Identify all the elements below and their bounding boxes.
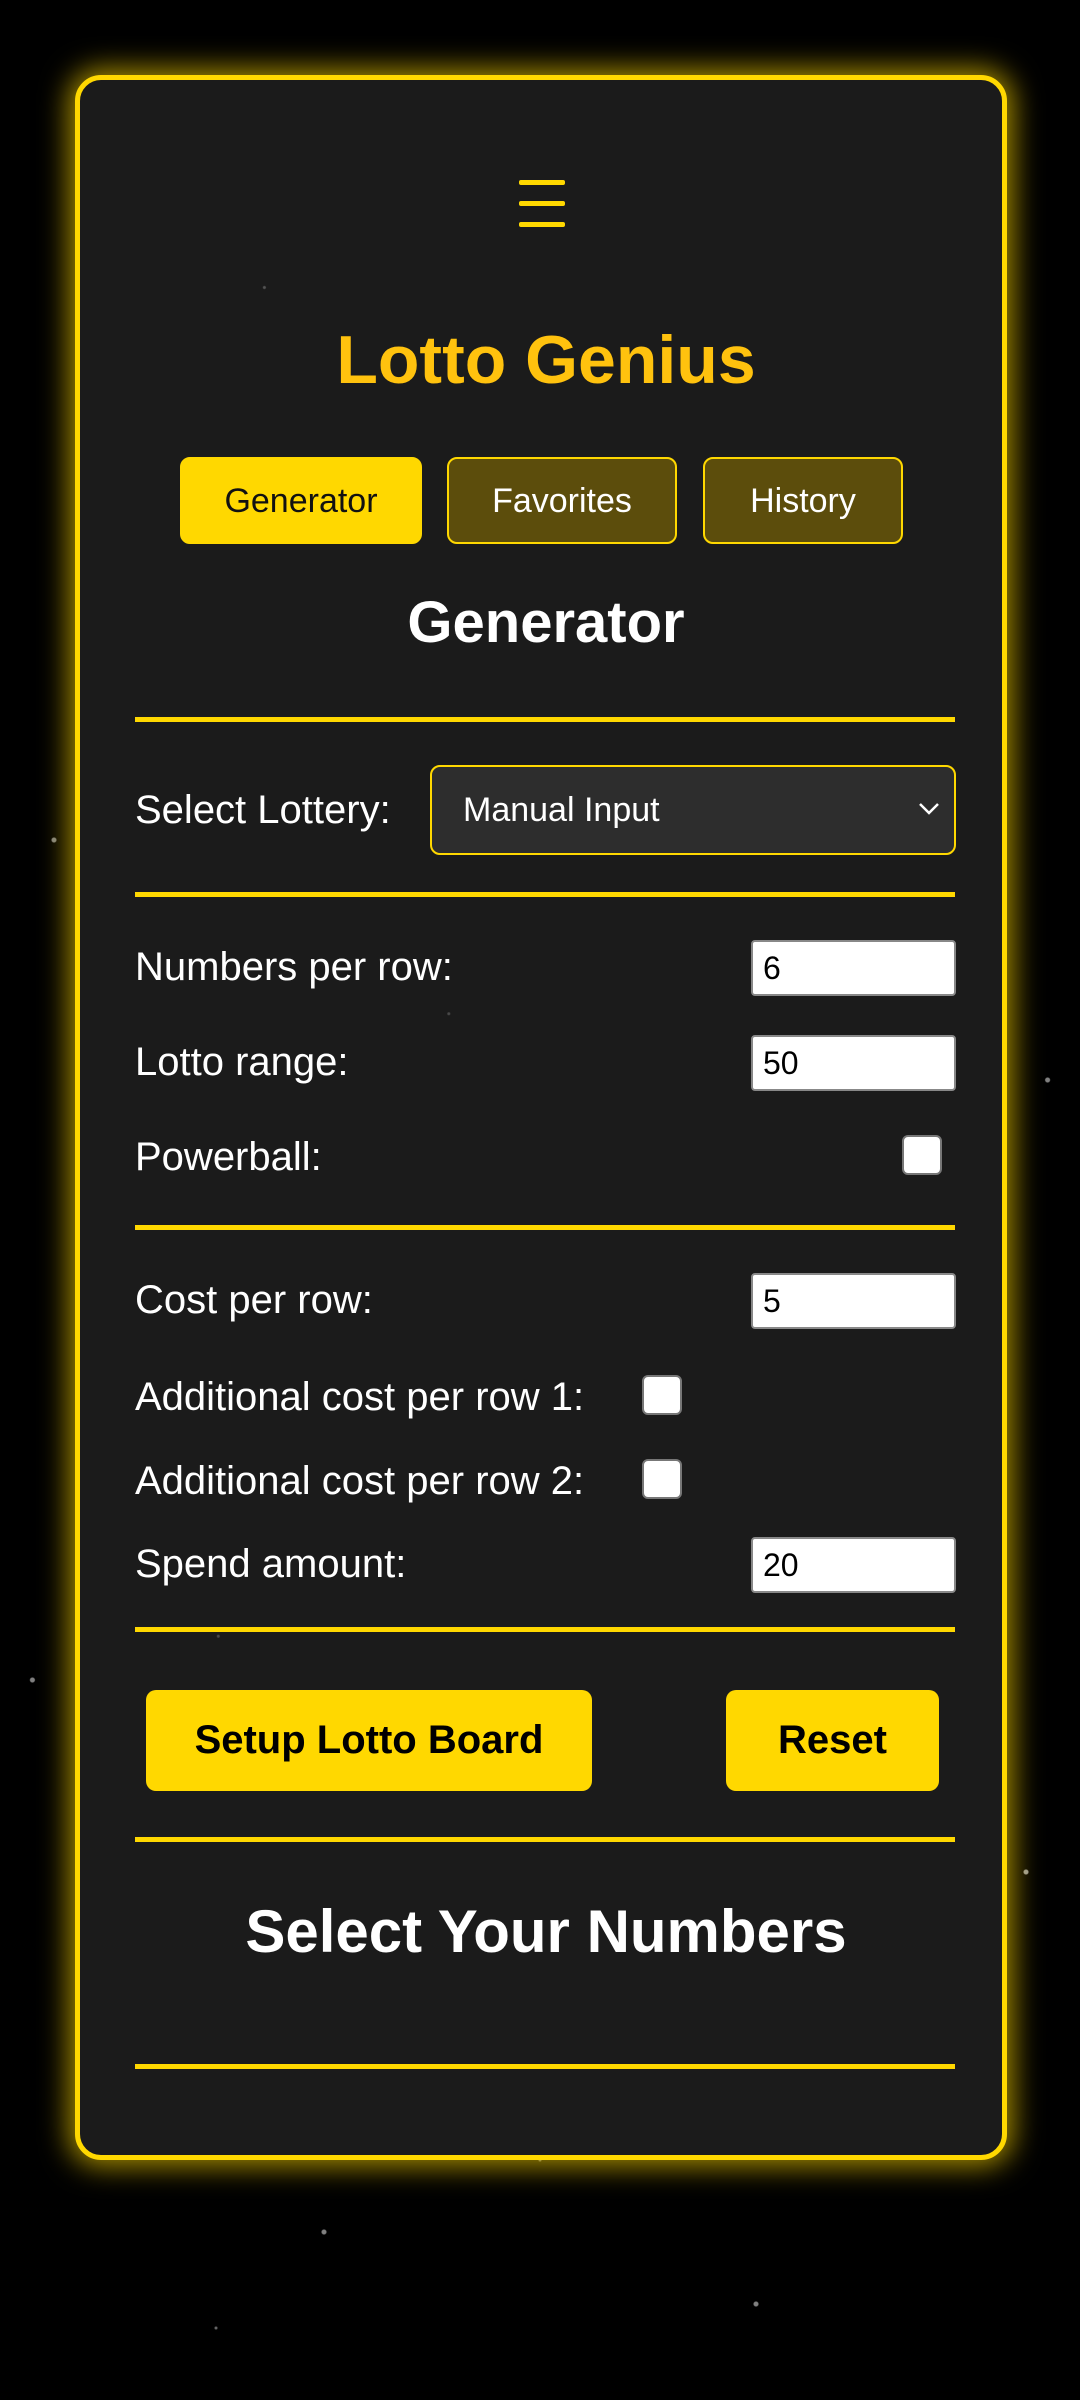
- cost-per-row-input[interactable]: 5: [751, 1273, 956, 1329]
- chevron-down-icon: [919, 803, 939, 815]
- hamburger-menu-icon[interactable]: [517, 180, 567, 228]
- lotto-range-label: Lotto range:: [135, 1040, 349, 1084]
- app-title: Lotto Genius: [336, 322, 756, 398]
- powerball-checkbox[interactable]: [902, 1135, 942, 1175]
- lottery-select-value: Manual Input: [463, 791, 660, 829]
- additional-cost-1-checkbox[interactable]: [642, 1375, 682, 1415]
- reset-button[interactable]: Reset: [726, 1690, 939, 1791]
- app-card: Lotto Genius Generator Favorites History…: [75, 75, 1007, 2160]
- select-lottery-label: Select Lottery:: [135, 788, 391, 832]
- tab-favorites[interactable]: Favorites: [447, 457, 677, 544]
- lottery-select[interactable]: Manual Input: [430, 765, 956, 855]
- cost-per-row-label: Cost per row:: [135, 1278, 373, 1322]
- tab-history[interactable]: History: [703, 457, 903, 544]
- lotto-range-input[interactable]: 50: [751, 1035, 956, 1091]
- numbers-per-row-input[interactable]: 6: [751, 940, 956, 996]
- additional-cost-2-checkbox[interactable]: [642, 1459, 682, 1499]
- additional-cost-2-label: Additional cost per row 2:: [135, 1459, 585, 1503]
- divider: [135, 2064, 955, 2069]
- tab-generator[interactable]: Generator: [180, 457, 422, 544]
- select-numbers-heading: Select Your Numbers: [245, 1898, 847, 1965]
- divider: [135, 1627, 955, 1632]
- powerball-label: Powerball:: [135, 1135, 322, 1179]
- additional-cost-1-label: Additional cost per row 1:: [135, 1375, 585, 1419]
- setup-lotto-board-button[interactable]: Setup Lotto Board: [146, 1690, 592, 1791]
- generator-heading: Generator: [407, 590, 685, 655]
- divider: [135, 1837, 955, 1842]
- divider: [135, 1225, 955, 1230]
- divider: [135, 717, 955, 722]
- divider: [135, 892, 955, 897]
- numbers-per-row-label: Numbers per row:: [135, 945, 453, 989]
- spend-amount-label: Spend amount:: [135, 1542, 407, 1586]
- spend-amount-input[interactable]: 20: [751, 1537, 956, 1593]
